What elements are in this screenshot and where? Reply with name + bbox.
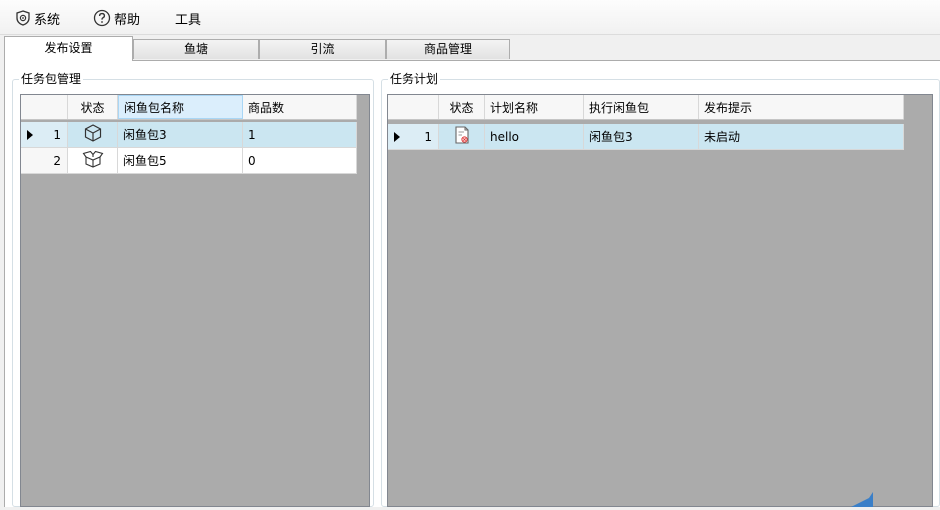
menu-tools-label: 工具 bbox=[175, 12, 202, 28]
publish-hint-cell: 未启动 bbox=[699, 124, 904, 149]
status-cell bbox=[68, 148, 118, 173]
row-number: 2 bbox=[21, 148, 68, 173]
table-row[interactable]: 2 闲鱼包5 0 bbox=[21, 148, 357, 174]
package-name-cell: 闲鱼包3 bbox=[118, 122, 243, 147]
plan-name-cell: hello bbox=[485, 124, 584, 149]
column-header-publish-hint[interactable]: 发布提示 bbox=[699, 95, 904, 119]
package-cell: 闲鱼包3 bbox=[584, 124, 699, 149]
column-header-product-count[interactable]: 商品数 bbox=[243, 95, 357, 119]
box-closed-icon bbox=[83, 123, 103, 146]
box-open-icon bbox=[82, 149, 104, 172]
document-icon bbox=[453, 125, 471, 148]
tab-publish-settings[interactable]: 发布设置 bbox=[4, 36, 133, 61]
column-header-package[interactable]: 执行闲鱼包 bbox=[584, 95, 699, 119]
menu-help-label: 帮助 bbox=[114, 12, 141, 28]
grid-header: 状态 闲鱼包名称 商品数 bbox=[21, 95, 357, 120]
current-row-icon bbox=[27, 130, 33, 140]
status-cell bbox=[68, 122, 118, 147]
product-count-cell: 0 bbox=[243, 148, 357, 173]
menu-help[interactable]: 帮助 bbox=[93, 9, 141, 28]
table-row[interactable]: 1 闲鱼包3 1 bbox=[21, 122, 357, 148]
menu-system[interactable]: 系统 bbox=[15, 9, 61, 28]
menu-tools[interactable]: 工具 bbox=[175, 9, 202, 28]
task-plan-title: 任务计划 bbox=[388, 71, 441, 87]
row-header-corner bbox=[388, 95, 439, 119]
product-count-cell: 1 bbox=[243, 122, 357, 147]
table-row[interactable]: 1 hello 闲鱼包3 未启动 bbox=[388, 124, 904, 150]
column-header-status[interactable]: 状态 bbox=[68, 95, 118, 119]
current-row-icon bbox=[394, 132, 400, 142]
task-package-grid[interactable]: 状态 闲鱼包名称 商品数 1 闲鱼包3 1 2 闲鱼包5 0 bbox=[20, 94, 370, 507]
tab-strip: 发布设置 鱼塘 引流 商品管理 bbox=[0, 36, 940, 61]
package-name-cell: 闲鱼包5 bbox=[118, 148, 243, 173]
resize-grip-icon[interactable] bbox=[847, 490, 877, 510]
task-plan-grid[interactable]: 状态 计划名称 执行闲鱼包 发布提示 1 hello 闲鱼包3 未启动 bbox=[387, 94, 933, 507]
column-header-plan-name[interactable]: 计划名称 bbox=[485, 95, 584, 119]
task-package-title: 任务包管理 bbox=[19, 71, 84, 87]
shield-gear-icon bbox=[15, 10, 31, 26]
tab-product-management[interactable]: 商品管理 bbox=[386, 39, 510, 59]
column-header-package-name[interactable]: 闲鱼包名称 bbox=[118, 95, 243, 119]
row-header-corner bbox=[21, 95, 68, 119]
help-icon bbox=[93, 9, 111, 27]
tab-traffic[interactable]: 引流 bbox=[259, 39, 386, 59]
row-number: 1 bbox=[388, 124, 439, 149]
menu-bar: 系统 帮助 工具 bbox=[0, 0, 940, 35]
column-header-status[interactable]: 状态 bbox=[439, 95, 485, 119]
status-cell bbox=[439, 124, 485, 149]
row-number: 1 bbox=[21, 122, 68, 147]
menu-system-label: 系统 bbox=[34, 12, 61, 28]
tab-fish-pond[interactable]: 鱼塘 bbox=[133, 39, 259, 59]
grid-header: 状态 计划名称 执行闲鱼包 发布提示 bbox=[388, 95, 904, 120]
